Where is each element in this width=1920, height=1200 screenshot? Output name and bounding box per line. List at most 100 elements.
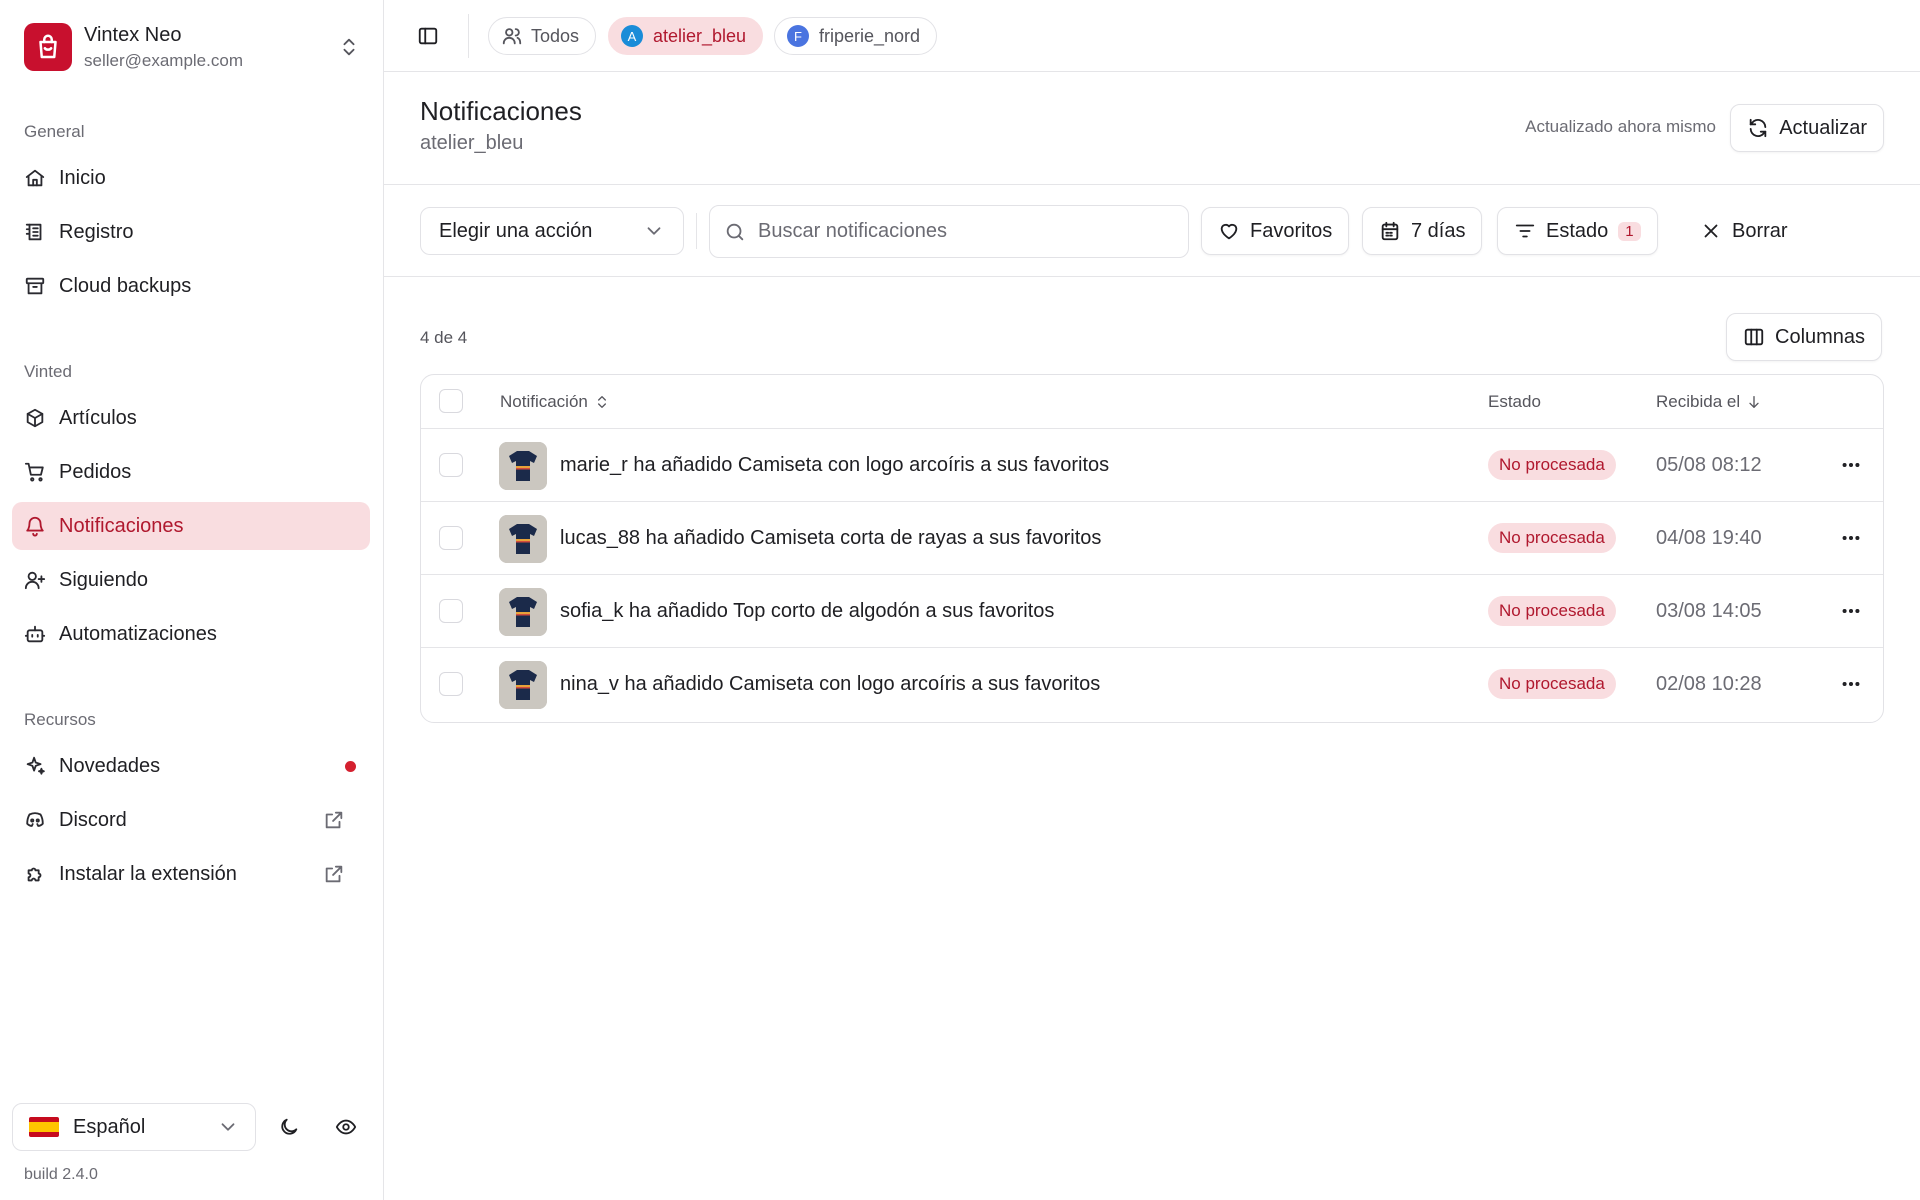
avatar: F bbox=[787, 25, 809, 47]
status-badge: No procesada bbox=[1488, 450, 1616, 480]
notifications-table: Notificación Estado Recibida el marie_r … bbox=[420, 374, 1884, 723]
table-row[interactable]: lucas_88 ha añadido Camiseta corta de ra… bbox=[421, 502, 1883, 575]
sidebar-item-cloud-backups[interactable]: Cloud backups bbox=[12, 262, 370, 310]
package-icon bbox=[24, 407, 46, 429]
account-switcher[interactable]: Vintex Neo seller@example.com bbox=[12, 12, 372, 82]
external-link-icon bbox=[323, 809, 345, 831]
column-header-label: Estado bbox=[1488, 392, 1541, 411]
sidebar-item-articulos[interactable]: Artículos bbox=[12, 394, 370, 442]
refresh-button[interactable]: Actualizar bbox=[1730, 104, 1884, 152]
clear-filters-label: Borrar bbox=[1732, 219, 1788, 242]
search-icon bbox=[724, 221, 746, 243]
account-chip-atelier-bleu[interactable]: A atelier_bleu bbox=[608, 17, 764, 55]
received-date: 05/08 08:12 bbox=[1656, 454, 1762, 476]
clear-filters-button[interactable]: Borrar bbox=[1688, 207, 1800, 255]
sidebar-toggle-button[interactable] bbox=[410, 18, 446, 54]
more-horizontal-icon bbox=[1840, 673, 1862, 695]
divider bbox=[468, 14, 469, 58]
row-checkbox[interactable] bbox=[439, 599, 463, 623]
external-link-icon bbox=[323, 863, 345, 885]
sparkles-icon bbox=[24, 755, 46, 777]
row-actions-button[interactable] bbox=[1833, 447, 1869, 483]
item-thumbnail bbox=[499, 515, 547, 563]
users-icon bbox=[501, 25, 523, 47]
panel-left-icon bbox=[417, 25, 439, 47]
received-date: 03/08 14:05 bbox=[1656, 600, 1762, 622]
sidebar: Vintex Neo seller@example.com General In… bbox=[0, 0, 384, 1200]
columns-button[interactable]: Columnas bbox=[1726, 313, 1883, 361]
home-icon bbox=[24, 167, 46, 189]
table-row[interactable]: nina_v ha añadido Camiseta con logo arco… bbox=[421, 648, 1883, 721]
sidebar-item-novedades[interactable]: Novedades bbox=[12, 742, 370, 790]
favorites-label: Favoritos bbox=[1250, 219, 1333, 242]
dark-mode-toggle[interactable] bbox=[271, 1109, 307, 1145]
row-checkbox[interactable] bbox=[439, 526, 463, 550]
account-info: Vintex Neo seller@example.com bbox=[84, 24, 338, 71]
column-header-notification[interactable]: Notificación bbox=[500, 375, 610, 429]
search-box bbox=[709, 205, 1189, 258]
sidebar-item-label: Discord bbox=[59, 808, 127, 831]
row-checkbox[interactable] bbox=[439, 672, 463, 696]
sidebar-item-automatizaciones[interactable]: Automatizaciones bbox=[12, 610, 370, 658]
received-date: 04/08 19:40 bbox=[1656, 527, 1762, 549]
sidebar-item-instalar-extension[interactable]: Instalar la extensión bbox=[12, 850, 370, 898]
sidebar-item-registro[interactable]: Registro bbox=[12, 208, 370, 256]
status-badge: No procesada bbox=[1488, 669, 1616, 699]
column-header-label: Notificación bbox=[500, 392, 588, 411]
columns-icon bbox=[1743, 326, 1765, 348]
sidebar-item-label: Instalar la extensión bbox=[59, 862, 237, 885]
search-input[interactable] bbox=[758, 220, 1174, 243]
bulk-action-label: Elegir una acción bbox=[439, 219, 593, 242]
avatar: A bbox=[621, 25, 643, 47]
row-actions-button[interactable] bbox=[1833, 593, 1869, 629]
results-count: 4 de 4 bbox=[420, 328, 468, 347]
date-range-filter-button[interactable]: 7 días bbox=[1362, 207, 1483, 255]
more-horizontal-icon bbox=[1840, 600, 1862, 622]
chip-label: Todos bbox=[531, 25, 580, 46]
row-checkbox[interactable] bbox=[439, 453, 463, 477]
row-actions-button[interactable] bbox=[1833, 666, 1869, 702]
sidebar-item-inicio[interactable]: Inicio bbox=[12, 154, 370, 202]
language-label: Español bbox=[73, 1115, 146, 1138]
status-filter-button[interactable]: Estado 1 bbox=[1497, 207, 1658, 255]
notification-text: sofia_k ha añadido Top corto de algodón … bbox=[560, 600, 1055, 622]
filter-icon bbox=[1514, 220, 1536, 242]
sidebar-item-notificaciones[interactable]: Notificaciones bbox=[12, 502, 370, 550]
column-header-received[interactable]: Recibida el bbox=[1656, 375, 1762, 429]
visibility-toggle[interactable] bbox=[328, 1109, 364, 1145]
refresh-label: Actualizar bbox=[1779, 116, 1867, 139]
bell-icon bbox=[24, 515, 46, 537]
select-all-checkbox[interactable] bbox=[439, 389, 463, 413]
chevron-down-icon bbox=[217, 1116, 239, 1138]
favorites-filter-button[interactable]: Favoritos bbox=[1201, 207, 1350, 255]
row-actions-button[interactable] bbox=[1833, 520, 1869, 556]
status-filter-count-badge: 1 bbox=[1618, 221, 1641, 241]
sidebar-item-siguiendo[interactable]: Siguiendo bbox=[12, 556, 370, 604]
account-chip-friperie-nord[interactable]: F friperie_nord bbox=[774, 17, 938, 55]
log-icon bbox=[24, 221, 46, 243]
page-header: Notificaciones atelier_bleu Actualizado … bbox=[384, 72, 1920, 185]
column-header-label: Recibida el bbox=[1656, 392, 1741, 411]
item-thumbnail bbox=[499, 442, 547, 490]
account-email: seller@example.com bbox=[84, 50, 243, 70]
status-badge: No procesada bbox=[1488, 596, 1616, 626]
notification-text: nina_v ha añadido Camiseta con logo arco… bbox=[560, 673, 1101, 695]
sort-icon bbox=[594, 394, 610, 410]
sidebar-item-label: Automatizaciones bbox=[59, 622, 217, 645]
section-label-recursos: Recursos bbox=[24, 710, 96, 729]
table-row[interactable]: marie_r ha añadido Camiseta con logo arc… bbox=[421, 429, 1883, 502]
language-select[interactable]: Español bbox=[12, 1103, 256, 1151]
sidebar-item-label: Notificaciones bbox=[59, 514, 184, 537]
columns-label: Columnas bbox=[1775, 325, 1866, 348]
received-date: 02/08 10:28 bbox=[1656, 673, 1762, 695]
sidebar-item-label: Cloud backups bbox=[59, 274, 192, 297]
table-row[interactable]: sofia_k ha añadido Top corto de algodón … bbox=[421, 575, 1883, 648]
account-chip-todos[interactable]: Todos bbox=[488, 17, 597, 55]
last-updated-text: Actualizado ahora mismo bbox=[1525, 117, 1716, 136]
sidebar-item-discord[interactable]: Discord bbox=[12, 796, 370, 844]
user-plus-icon bbox=[24, 569, 46, 591]
sidebar-item-label: Artículos bbox=[59, 406, 137, 429]
app-logo bbox=[24, 23, 72, 71]
bulk-action-select[interactable]: Elegir una acción bbox=[420, 207, 684, 255]
sidebar-item-pedidos[interactable]: Pedidos bbox=[12, 448, 370, 496]
